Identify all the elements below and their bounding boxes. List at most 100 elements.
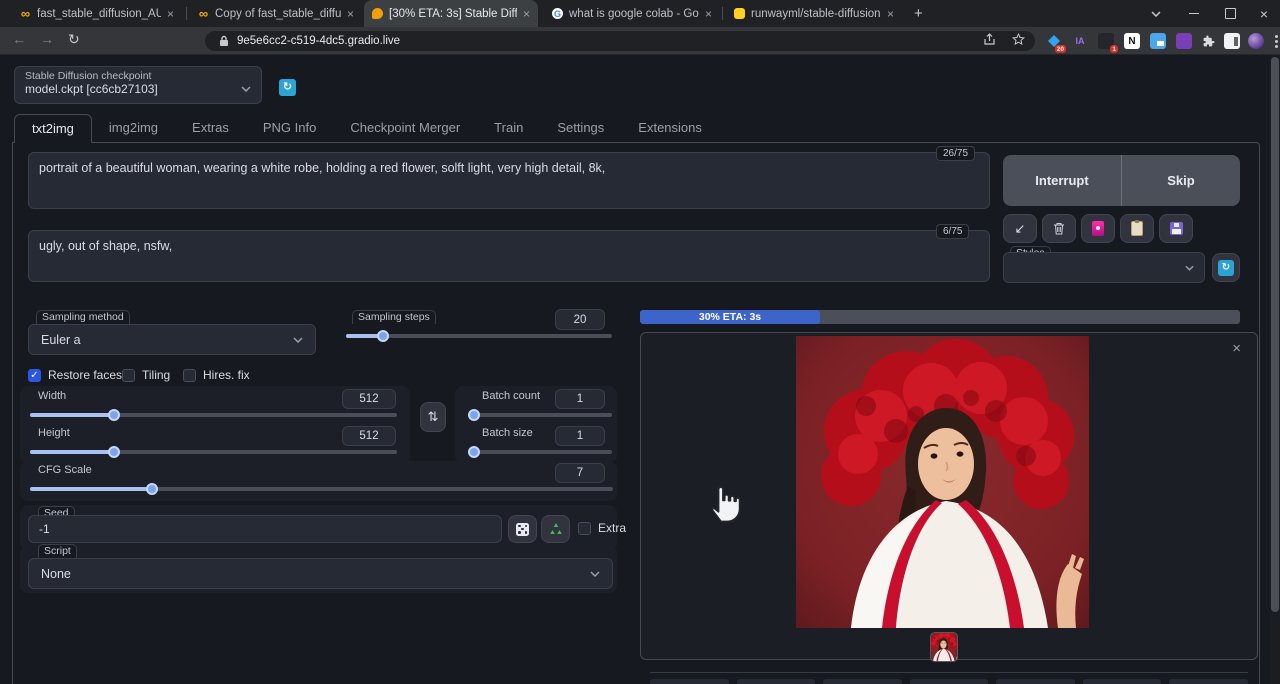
close-icon[interactable]: × bbox=[523, 8, 530, 20]
seed-input[interactable]: -1 bbox=[28, 515, 502, 543]
styles-dropdown[interactable] bbox=[1003, 252, 1205, 283]
close-icon[interactable]: × bbox=[887, 8, 894, 20]
output-button-stub[interactable] bbox=[996, 679, 1075, 684]
save-style-button[interactable] bbox=[1159, 214, 1193, 243]
extension-icon-purple[interactable] bbox=[1176, 33, 1192, 49]
tiling-label: Tiling bbox=[142, 368, 170, 382]
checkpoint-refresh-button[interactable]: ↻ bbox=[279, 79, 296, 96]
scrollbar-thumb[interactable] bbox=[1271, 57, 1279, 612]
close-icon[interactable]: × bbox=[347, 8, 354, 20]
lock-icon[interactable] bbox=[219, 35, 229, 47]
extension-icon-notion[interactable]: N bbox=[1124, 33, 1140, 49]
close-icon[interactable]: × bbox=[167, 8, 174, 20]
swap-dimensions-button[interactable]: ⇅ bbox=[420, 402, 446, 432]
extension-icon-capture[interactable] bbox=[1150, 33, 1166, 49]
menu-dots-icon[interactable] bbox=[1268, 33, 1280, 49]
window-close-button[interactable]: × bbox=[1252, 0, 1276, 27]
extensions-puzzle-icon[interactable] bbox=[1200, 33, 1216, 49]
height-input[interactable]: 512 bbox=[342, 426, 396, 446]
browser-tab-huggingface[interactable]: runwayml/stable-diffusion-v1 × bbox=[726, 0, 902, 27]
extension-icon-ia[interactable]: IA bbox=[1072, 33, 1088, 49]
extension-icon-blue[interactable]: 20 bbox=[1046, 33, 1062, 49]
browser-tab-colab-1[interactable]: ∞ fast_stable_diffusion_AUTOMA × bbox=[12, 0, 182, 27]
output-button-stub[interactable] bbox=[1083, 679, 1162, 684]
output-button-stub[interactable] bbox=[650, 679, 729, 684]
sidebar-icon[interactable] bbox=[1224, 33, 1240, 49]
output-button-stub[interactable] bbox=[1169, 679, 1248, 684]
tab-title: [30% ETA: 3s] Stable Diffusion bbox=[389, 8, 517, 20]
bookmark-star-icon[interactable] bbox=[1012, 33, 1025, 49]
checkpoint-label: Stable Diffusion checkpoint bbox=[25, 70, 251, 82]
restore-faces-checkbox[interactable]: ✓ Restore faces bbox=[28, 368, 122, 382]
tiling-checkbox[interactable]: Tiling bbox=[122, 368, 170, 382]
profile-avatar[interactable] bbox=[1248, 33, 1264, 49]
tab-settings[interactable]: Settings bbox=[540, 114, 621, 143]
output-button-stub[interactable] bbox=[910, 679, 989, 684]
back-icon[interactable]: ← bbox=[12, 31, 26, 47]
forward-icon[interactable]: → bbox=[40, 31, 54, 47]
hires-fix-checkbox[interactable]: Hires. fix bbox=[183, 368, 250, 382]
close-icon[interactable]: × bbox=[705, 8, 712, 20]
batch-count-input[interactable]: 1 bbox=[555, 389, 605, 409]
browser-tab-stable-diffusion[interactable]: [30% ETA: 3s] Stable Diffusion × bbox=[364, 0, 538, 27]
cfg-scale-slider[interactable] bbox=[30, 483, 613, 495]
extension-icon-dark[interactable]: 1 bbox=[1098, 33, 1114, 49]
apply-styles-button[interactable] bbox=[1120, 214, 1154, 243]
generated-image[interactable] bbox=[796, 336, 1089, 628]
skip-button[interactable]: Skip bbox=[1122, 155, 1240, 206]
tab-checkpoint-merger[interactable]: Checkpoint Merger bbox=[333, 114, 477, 143]
tab-search-chevron-icon[interactable] bbox=[1144, 0, 1168, 27]
batch-size-slider[interactable] bbox=[468, 446, 612, 458]
clear-prompt-button[interactable] bbox=[1042, 214, 1076, 243]
negative-prompt-textarea[interactable]: ugly, out of shape, nsfw, bbox=[28, 230, 990, 282]
tab-extensions[interactable]: Extensions bbox=[621, 114, 719, 143]
extra-networks-button[interactable] bbox=[1081, 214, 1115, 243]
sampling-steps-slider[interactable] bbox=[346, 330, 612, 342]
new-tab-button[interactable]: + bbox=[914, 5, 923, 22]
random-seed-button[interactable] bbox=[508, 515, 537, 543]
checkpoint-dropdown[interactable]: Stable Diffusion checkpoint model.ckpt [… bbox=[14, 66, 262, 104]
tab-png-info[interactable]: PNG Info bbox=[246, 114, 333, 143]
tab-txt2img[interactable]: txt2img bbox=[14, 114, 92, 143]
url-text: 9e5e6cc2-c519-4dc5.gradio.live bbox=[237, 35, 400, 47]
width-slider[interactable] bbox=[30, 409, 397, 421]
output-button-stub[interactable] bbox=[823, 679, 902, 684]
reload-icon[interactable]: ↻ bbox=[68, 31, 80, 48]
batch-count-label: Batch count bbox=[482, 390, 540, 402]
gallery-thumbnail[interactable] bbox=[931, 633, 957, 661]
close-preview-icon[interactable]: × bbox=[1232, 341, 1241, 356]
window-maximize-button[interactable] bbox=[1218, 0, 1242, 27]
address-bar[interactable]: 9e5e6cc2-c519-4dc5.gradio.live bbox=[205, 31, 1035, 51]
extra-seed-checkbox[interactable]: Extra bbox=[578, 521, 626, 535]
gradio-icon bbox=[372, 8, 383, 19]
height-slider[interactable] bbox=[30, 446, 397, 458]
browser-tab-colab-2[interactable]: ∞ Copy of fast_stable_diffusion_A × bbox=[190, 0, 362, 27]
sampling-steps-input[interactable]: 20 bbox=[555, 309, 605, 330]
batch-size-input[interactable]: 1 bbox=[555, 426, 605, 446]
prompt-token-counter: 26/75 bbox=[936, 146, 975, 161]
swap-icon: ⇅ bbox=[428, 409, 439, 425]
chevron-down-icon bbox=[1185, 265, 1194, 271]
tab-train[interactable]: Train bbox=[477, 114, 540, 143]
window-minimize-button[interactable] bbox=[1182, 0, 1206, 27]
share-icon[interactable] bbox=[983, 33, 996, 49]
tab-img2img[interactable]: img2img bbox=[92, 114, 175, 143]
styles-refresh-button[interactable]: ↻ bbox=[1212, 253, 1240, 282]
browser-tab-google-search[interactable]: G what is google colab - Googl × bbox=[544, 0, 720, 27]
script-dropdown[interactable]: None bbox=[28, 558, 613, 589]
cfg-panel bbox=[20, 461, 617, 501]
cfg-scale-input[interactable]: 7 bbox=[555, 463, 605, 483]
interrupt-button[interactable]: Interrupt bbox=[1003, 155, 1122, 206]
prompt-textarea[interactable]: portrait of a beautiful woman, wearing a… bbox=[28, 152, 990, 209]
tab-extras[interactable]: Extras bbox=[175, 114, 246, 143]
negative-token-counter: 6/75 bbox=[936, 224, 969, 239]
batch-count-slider[interactable] bbox=[468, 409, 612, 421]
reuse-seed-button[interactable] bbox=[541, 515, 570, 543]
page-scrollbar[interactable] bbox=[1270, 55, 1280, 684]
paste-generation-params-button[interactable]: ↙ bbox=[1003, 214, 1037, 243]
floppy-save-icon bbox=[1170, 222, 1183, 235]
checkbox-icon bbox=[122, 369, 135, 382]
width-input[interactable]: 512 bbox=[342, 389, 396, 409]
sampling-method-dropdown[interactable]: Euler a bbox=[28, 324, 316, 355]
output-button-stub[interactable] bbox=[737, 679, 816, 684]
